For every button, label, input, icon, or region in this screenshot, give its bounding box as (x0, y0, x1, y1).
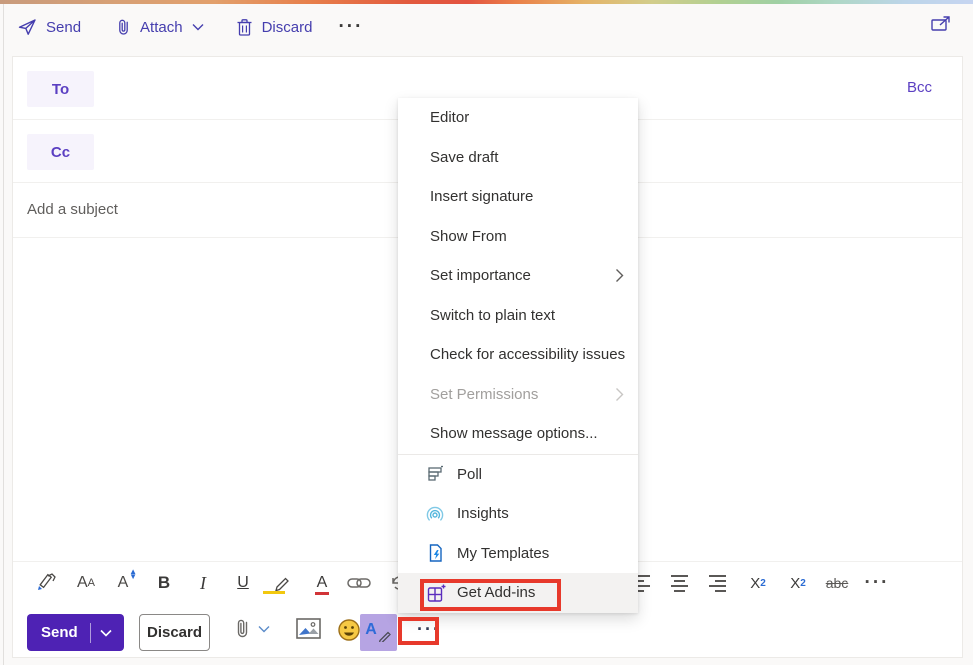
strikethrough-button[interactable]: abc (822, 567, 852, 599)
menu-item-poll[interactable]: Poll (398, 455, 638, 495)
bcc-button[interactable]: Bcc (907, 79, 932, 96)
send-split-button[interactable]: Send (27, 614, 124, 651)
menu-item-set-importance[interactable]: Set importance (398, 256, 638, 296)
italic-button[interactable]: I (188, 567, 218, 599)
menu-item-set-permissions: Set Permissions (398, 375, 638, 415)
attach-file-button[interactable] (235, 618, 270, 640)
size-stepper-arrows: ▲▼ (129, 569, 137, 579)
attach-button-top[interactable]: Attach (115, 18, 204, 37)
menu-label: Insights (457, 505, 509, 522)
underline-button[interactable]: U (228, 567, 258, 599)
insights-icon (426, 504, 446, 524)
trash-icon (236, 18, 253, 37)
pane-divider (3, 4, 4, 665)
bold-button[interactable]: B (149, 567, 179, 599)
align-center-icon[interactable] (664, 567, 694, 599)
superscript-button[interactable]: X2 (743, 567, 773, 599)
menu-label: Get Add-ins (457, 584, 535, 601)
send-icon (18, 18, 37, 36)
poll-icon (426, 464, 446, 484)
templates-icon (426, 543, 446, 563)
insert-image-button[interactable] (296, 618, 321, 639)
addins-icon (426, 583, 446, 603)
attach-chevron-icon[interactable] (258, 625, 270, 633)
cc-button[interactable]: Cc (27, 134, 94, 170)
menu-item-insert-signature[interactable]: Insert signature (398, 177, 638, 217)
subscript-button[interactable]: X2 (783, 567, 813, 599)
menu-label: Set importance (430, 267, 531, 284)
font-color-icon[interactable]: A (307, 567, 337, 599)
link-icon[interactable] (344, 567, 374, 599)
submenu-chevron-icon (615, 387, 624, 402)
compose-top-toolbar: Send Attach Discard ··· (4, 4, 973, 50)
more-commands-button[interactable]: ··· (338, 22, 363, 32)
menu-item-get-addins[interactable]: Get Add-ins (398, 573, 638, 613)
menu-item-insights[interactable]: Insights (398, 494, 638, 534)
discard-button-top[interactable]: Discard (236, 18, 313, 37)
menu-item-save-draft[interactable]: Save draft (398, 138, 638, 178)
send-label: Send (27, 624, 78, 641)
menu-item-show-message-options[interactable]: Show message options... (398, 414, 638, 454)
formatting-options-toggle[interactable]: A (360, 614, 397, 651)
menu-label: Poll (457, 466, 482, 483)
font-big-glyph: A (77, 574, 88, 592)
format-painter-icon[interactable] (31, 567, 61, 599)
send-options-chevron-icon[interactable] (91, 629, 121, 637)
font-size-icon[interactable]: A ▲▼ (108, 567, 138, 599)
submenu-chevron-icon (615, 268, 624, 283)
menu-item-editor[interactable]: Editor (398, 98, 638, 138)
size-glyph: A (118, 574, 129, 592)
open-in-new-window-button[interactable] (930, 15, 952, 34)
font-small-glyph: A (88, 577, 95, 589)
menu-item-my-templates[interactable]: My Templates (398, 534, 638, 574)
menu-item-show-from[interactable]: Show From (398, 217, 638, 257)
highlight-icon[interactable] (268, 567, 298, 599)
menu-item-switch-plain-text[interactable]: Switch to plain text (398, 296, 638, 336)
to-button[interactable]: To (27, 71, 94, 107)
paperclip-icon (115, 18, 131, 37)
menu-label: Set Permissions (430, 386, 538, 403)
send-label: Send (46, 19, 81, 36)
compose-window: Send Attach Discard ··· To Bcc (0, 0, 973, 665)
more-formatting-button[interactable]: ··· (862, 567, 892, 599)
more-options-button[interactable]: ··· (417, 622, 441, 636)
font-icon[interactable]: AA (71, 567, 101, 599)
menu-item-check-accessibility[interactable]: Check for accessibility issues (398, 335, 638, 375)
align-right-icon[interactable] (702, 567, 732, 599)
subject-placeholder: Add a subject (27, 201, 118, 218)
attach-label: Attach (140, 19, 183, 36)
discard-label: Discard (262, 19, 313, 36)
draw-text-icon: A (365, 621, 377, 639)
emoji-button[interactable] (337, 618, 361, 642)
more-options-context-menu: Editor Save draft Insert signature Show … (398, 98, 638, 613)
discard-button[interactable]: Discard (139, 614, 210, 651)
chevron-down-icon (192, 23, 204, 31)
send-button-top[interactable]: Send (18, 18, 81, 36)
menu-label: My Templates (457, 545, 549, 562)
